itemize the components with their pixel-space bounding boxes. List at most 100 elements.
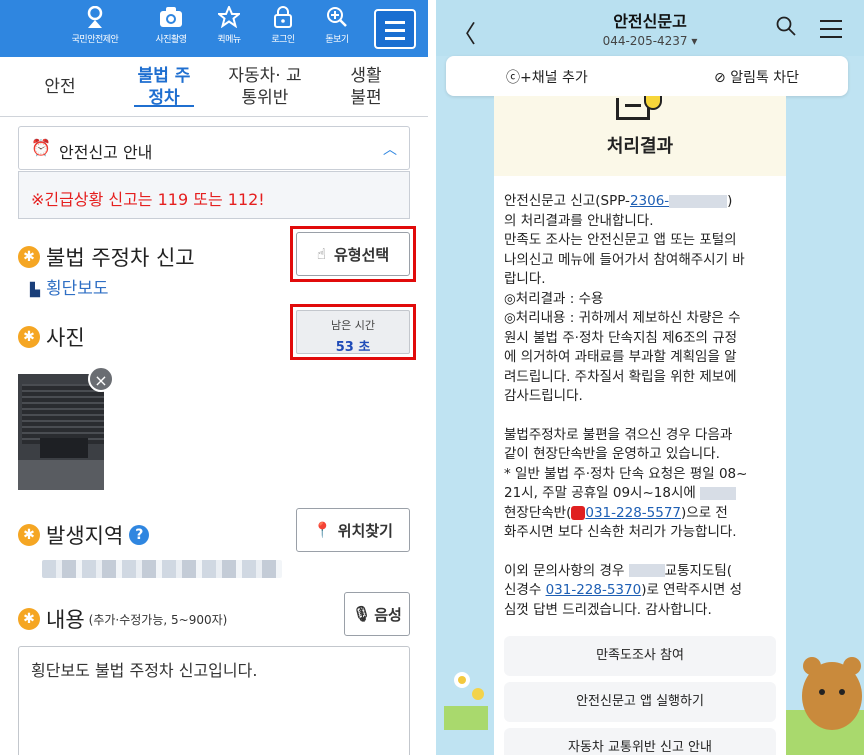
voice-input-button[interactable]: 🎙 음성 (344, 592, 410, 636)
text: 에 의거하여 과태료를 부과할 계획임을 알 (504, 349, 737, 365)
text: 랍니다. (504, 271, 546, 287)
block-alimtalk-button[interactable]: ⊘ 알림톡 차단 (714, 67, 799, 87)
phone-link[interactable]: 031-228-5577 (585, 505, 681, 521)
traffic-violation-guide-button[interactable]: 자동차 교통위반 신고 안내 (504, 728, 776, 755)
required-icon: ✱ (18, 524, 40, 546)
help-icon[interactable]: ? (129, 525, 150, 545)
top-toolbar: 국민안전제안 사진촬영 퀵메뉴 로그인 돋보기 (0, 0, 428, 57)
content-title-text: 내용 (46, 608, 85, 632)
badge-icon (64, 5, 126, 34)
content-title: ✱ 내용 (추가·수정가능, 5~900자) (18, 604, 227, 634)
map-pin-icon: 📍 (313, 521, 332, 539)
text: 감사드립니다. (504, 388, 583, 404)
message-body: 안전신문고 신고(SPP-2306-) 의 처리결과를 안내합니다. 만족도 조… (504, 192, 778, 639)
hamburger-icon[interactable] (820, 20, 842, 44)
camera-button[interactable]: 사진촬영 (140, 6, 202, 54)
result-paragraph: 안전신문고 신고(SPP-2306-) 의 처리결과를 안내합니다. 만족도 조… (504, 192, 778, 407)
content-hint: (추가·수정가능, 5~900자) (88, 612, 228, 627)
text: 려드립니다. 주차질서 확립을 위한 제보에 (504, 368, 737, 385)
right-chat-screen: 〈 안전신문고 044-205-4237 ▾ ⓒ+채널 추가 ⊘ 알림톡 차단 … (436, 0, 864, 755)
text: 화주시면 보다 신속한 처리가 가능합니다. (504, 524, 737, 540)
chat-header: 〈 안전신문고 044-205-4237 ▾ (436, 0, 864, 56)
text: * 일반 불법 주·정차 단속 요청은 평일 08~ (504, 465, 748, 482)
text: 의 처리결과를 안내합니다. (504, 212, 654, 229)
photo-title: ✱ 사진 (18, 322, 85, 352)
quick-menu-button[interactable]: 퀵메뉴 (198, 4, 260, 54)
add-channel-button[interactable]: ⓒ+채널 추가 (506, 67, 588, 87)
left-app-screen: 국민안전제안 사진촬영 퀵메뉴 로그인 돋보기 안전 불법 주정차 자동차· 교… (0, 0, 428, 755)
toolbar-label: 국민안전제안 (71, 35, 119, 45)
selected-type: ▙ 횡단보도 (30, 274, 109, 299)
toolbar-label: 사진촬영 (155, 35, 187, 45)
hamburger-icon[interactable] (374, 9, 416, 49)
toolbar-label: 돋보기 (325, 35, 349, 45)
toolbar-label: 퀵메뉴 (217, 35, 241, 45)
text: ◎처리결과 : 수용 (504, 290, 604, 307)
lightbulb-icon (644, 96, 662, 110)
redacted (669, 194, 728, 208)
report-id-link[interactable]: 2306- (630, 193, 669, 209)
selected-type-text: 횡단보도 (46, 279, 109, 299)
voice-label: 음성 (374, 605, 402, 624)
alarm-bell-icon: ⏰ (31, 138, 51, 157)
text: 신경수 (504, 582, 546, 598)
photo-title-text: 사진 (46, 326, 85, 350)
report-type-title-text: 불법 주정차 신고 (46, 246, 195, 270)
text: 나의신고 메뉴에 들어가서 참여해주시기 바 (504, 251, 745, 268)
add-channel-label: +채널 추가 (520, 70, 588, 86)
find-location-button[interactable]: 📍 위치찾기 (296, 508, 410, 552)
timer-value: 53 초 (335, 340, 371, 355)
enforcement-paragraph: 불법주정차로 불편을 겪으신 경우 다음과 같이 현장단속반을 운영하고 있습니… (504, 426, 778, 543)
notice-label: 안전신고 안내 (59, 143, 153, 162)
text: ) (727, 193, 733, 209)
emergency-text: ※긴급상황 신고는 119 또는 112! (31, 190, 265, 209)
report-form: ⏰ 안전신고 안내 ︿ ※긴급상황 신고는 119 또는 112! ✱ 불법 주정… (0, 118, 428, 755)
toolbar-label: 로그인 (271, 35, 295, 45)
chat-phone[interactable]: 044-205-4237 ▾ (436, 34, 864, 48)
microphone-icon: 🎙 (352, 605, 372, 623)
tab-safety[interactable]: 안전 (20, 57, 100, 117)
location-title-text: 발생지역 (46, 524, 124, 548)
login-button[interactable]: 로그인 (252, 6, 314, 54)
type-select-label: 유형선택 (333, 245, 390, 264)
tab-living-inconvenience[interactable]: 생활 불편 (326, 57, 406, 117)
text: 원시 불법 주·정차 단속지침 제6조의 규정 (504, 329, 738, 346)
type-select-button[interactable]: ☝ 유형선택 (296, 232, 410, 276)
photo-thumbnail[interactable] (18, 374, 104, 490)
telephone-icon (571, 505, 586, 520)
text: ◎처리내용 : 귀하께서 제보하신 차량은 수 (504, 310, 741, 326)
zoom-in-icon (306, 6, 368, 34)
contact-paragraph: 이외 문의사항의 경우 교통지도팀( 신경수 031-228-5370)로 연락… (504, 562, 778, 621)
close-icon[interactable]: × (88, 366, 114, 392)
find-location-label: 위치찾기 (337, 521, 393, 540)
redacted (628, 564, 665, 577)
required-icon: ✱ (18, 246, 40, 268)
corner-arrow-icon: ▙ (30, 283, 40, 298)
tab-label: 자동차· 교통위반 (228, 66, 302, 108)
zoom-button[interactable]: 돋보기 (306, 6, 368, 54)
search-icon[interactable] (776, 16, 796, 41)
redacted (700, 486, 737, 500)
tab-label: 생활 불편 (350, 66, 382, 108)
chevron-up-icon: ︿ (383, 142, 397, 158)
phone-link[interactable]: 031-228-5370 (546, 582, 642, 598)
tab-illegal-parking[interactable]: 불법 주정차 (124, 57, 204, 117)
content-textarea[interactable]: 횡단보도 불법 주정차 신고입니다. (18, 646, 410, 755)
text: 이외 문의사항의 경우 (504, 562, 625, 579)
star-icon (198, 4, 260, 34)
text: 같이 현장단속반을 운영하고 있습니다. (504, 446, 720, 462)
text: 심껏 답변 드리겠습니다. 감사합니다. (504, 601, 712, 618)
safety-proposal-button[interactable]: 국민안전제안 (64, 5, 126, 54)
safety-notice-accordion[interactable]: ⏰ 안전신고 안내 ︿ (18, 126, 410, 170)
location-title: ✱ 발생지역? (18, 520, 150, 550)
tab-traffic-violation[interactable]: 자동차· 교통위반 (222, 57, 308, 117)
text: 21시, 주말 공휴일 09시~18시에 (504, 485, 696, 501)
survey-button[interactable]: 만족도조사 참여 (504, 636, 776, 676)
chat-title: 안전신문고 (613, 12, 687, 31)
required-icon: ✱ (18, 608, 40, 630)
card-title: 처리결과 (606, 136, 674, 157)
required-icon: ✱ (18, 326, 40, 348)
timer-label: 남은 시간 (331, 319, 375, 332)
block-label: 알림톡 차단 (730, 70, 800, 86)
open-app-button[interactable]: 안전신문고 앱 실행하기 (504, 682, 776, 722)
